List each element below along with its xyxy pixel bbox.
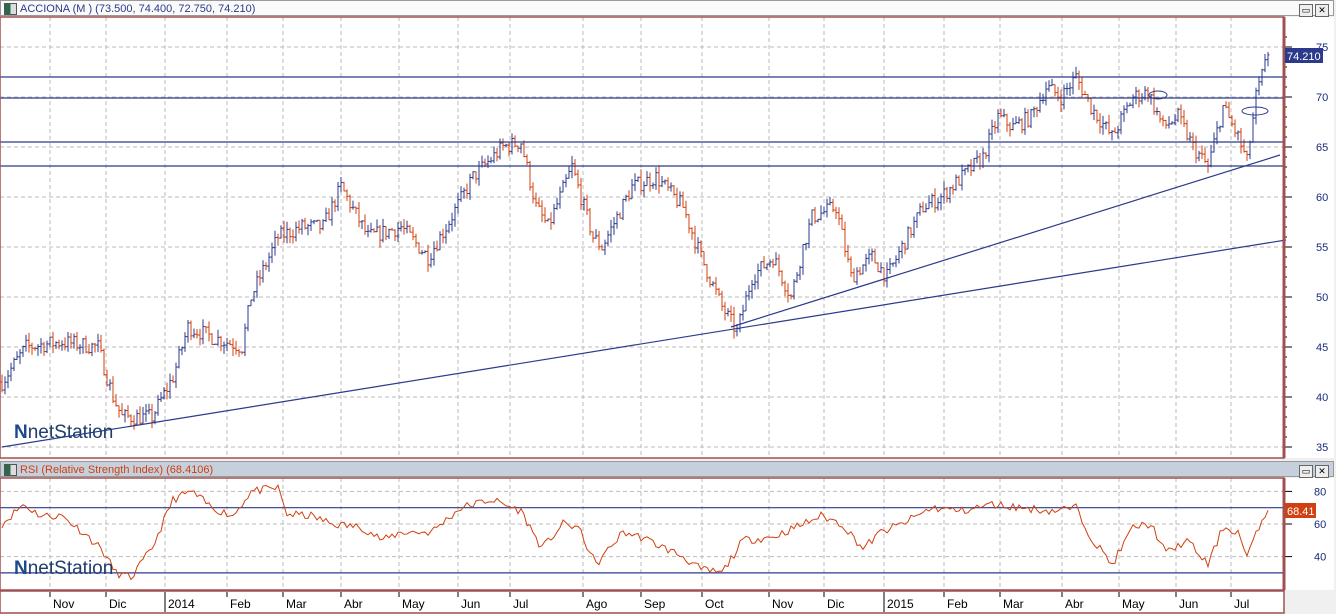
x-tick-label: Jul bbox=[513, 597, 528, 611]
x-tick-label: Mar bbox=[1003, 597, 1024, 611]
y-tick-label: 80 bbox=[1314, 486, 1326, 498]
y-tick-label: 40 bbox=[1314, 552, 1326, 564]
y-tick-label: 70 bbox=[1316, 92, 1328, 104]
x-tick-label: 2015 bbox=[887, 597, 914, 611]
x-tick-label: May bbox=[402, 597, 425, 611]
x-tick-label: Jun bbox=[461, 597, 480, 611]
y-tick-label: 65 bbox=[1316, 142, 1328, 154]
y-tick-label: 45 bbox=[1316, 342, 1328, 354]
x-tick-label: Dic bbox=[827, 597, 844, 611]
last-rsi-label: 68.41 bbox=[1287, 506, 1315, 518]
x-tick-label: Feb bbox=[230, 597, 251, 611]
x-tick-label: Jun bbox=[1179, 597, 1198, 611]
y-tick-label: 35 bbox=[1316, 442, 1328, 454]
netstation-logo: NnetStation bbox=[14, 558, 114, 579]
x-tick-label: 2014 bbox=[168, 597, 195, 611]
x-tick-label: Sep bbox=[644, 597, 666, 611]
netstation-logo: NnetStation bbox=[14, 422, 114, 443]
x-tick-label: Nov bbox=[53, 597, 74, 611]
x-tick-label: Jul bbox=[1234, 597, 1249, 611]
y-tick-label: 50 bbox=[1316, 292, 1328, 304]
x-tick-label: Dic bbox=[109, 597, 126, 611]
x-tick-label: Mar bbox=[286, 597, 307, 611]
last-price-label: 74.210 bbox=[1287, 51, 1321, 63]
x-tick-label: Ago bbox=[586, 597, 608, 611]
y-tick-label: 40 bbox=[1316, 392, 1328, 404]
chart-canvas: 35404550556065707574.21040608068.41NovDi… bbox=[0, 16, 1334, 614]
x-tick-label: Oct bbox=[705, 597, 724, 611]
y-tick-label: 60 bbox=[1314, 519, 1326, 531]
x-tick-label: May bbox=[1122, 597, 1145, 611]
x-tick-label: Nov bbox=[772, 597, 793, 611]
y-tick-label: 60 bbox=[1316, 192, 1328, 204]
x-tick-label: Feb bbox=[947, 597, 968, 611]
x-tick-label: Abr bbox=[1065, 597, 1084, 611]
y-tick-label: 55 bbox=[1316, 242, 1328, 254]
x-tick-label: Abr bbox=[344, 597, 363, 611]
main-plot-bg bbox=[0, 17, 1334, 458]
